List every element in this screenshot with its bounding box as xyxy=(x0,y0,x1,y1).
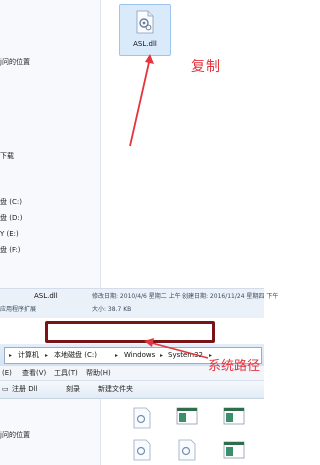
nav-item-drive-c[interactable]: 盘 (C:) xyxy=(0,196,22,208)
menu-edit[interactable]: (E) xyxy=(2,366,12,380)
new-folder-button[interactable]: 新建文件夹 xyxy=(98,381,133,398)
dll-file-icon[interactable] xyxy=(131,407,153,429)
nav-item-recent[interactable]: j问的位置 xyxy=(0,56,30,68)
details-modified: 修改日期: 2010/4/6 星期二 上午 ... xyxy=(92,293,189,300)
details-file-name: ASL.dll xyxy=(34,292,58,300)
command-bar: ▭ 注册 Dll 刻录 新建文件夹 xyxy=(0,381,264,399)
executable-file-icon[interactable] xyxy=(176,405,198,427)
breadcrumb-computer[interactable]: 计算机 xyxy=(18,348,39,363)
executable-file-icon[interactable] xyxy=(223,405,245,427)
menu-tools[interactable]: 工具(T) xyxy=(54,366,78,380)
nav-item-drive-e[interactable]: Y (E:) xyxy=(0,228,19,240)
breadcrumb-local-disk[interactable]: 本地磁盘 (C:) xyxy=(54,348,97,363)
copy-annotation: 复制 xyxy=(191,59,221,75)
details-size: 大小: 38.7 KB xyxy=(92,306,132,313)
executable-file-icon[interactable] xyxy=(223,439,245,461)
chevron-right-icon[interactable]: ▸ xyxy=(45,348,48,363)
burn-button[interactable]: 刻录 xyxy=(66,381,80,398)
dll-file-icon[interactable] xyxy=(176,439,198,461)
details-type: 应用程序扩展 xyxy=(0,306,37,313)
menu-help[interactable]: 帮助(H) xyxy=(86,366,111,380)
nav-item-drive-d[interactable]: 盘 (D:) xyxy=(0,212,22,224)
file-list xyxy=(101,399,264,465)
menu-view[interactable]: 查看(V) xyxy=(22,366,46,380)
dll-file-icon[interactable] xyxy=(131,439,153,461)
details-created: 创建日期: 2016/11/24 星期四 下午 xyxy=(182,293,279,300)
details-pane: ASL.dll 修改日期: 2010/4/6 星期二 上午 ... 创建日期: … xyxy=(0,288,278,319)
file-icon: ▭ xyxy=(2,385,9,393)
dll-file-icon xyxy=(136,10,154,34)
arrow-up-annotation xyxy=(129,54,154,147)
file-name-label: ASL.dll xyxy=(133,40,157,48)
system-path-annotation: 系统路径 xyxy=(208,359,261,374)
top-explorer-window: j问的位置 下载 盘 (C:) 盘 (D:) Y (E:) 盘 (F:) ASL… xyxy=(0,0,278,319)
nav-item-drive-f[interactable]: 盘 (F:) xyxy=(0,244,21,256)
selected-file-tile[interactable]: ASL.dll xyxy=(119,4,171,56)
navigation-pane: j问的位置 下载 盘 (C:) 盘 (D:) Y (E:) 盘 (F:) xyxy=(0,0,101,288)
arrow-left-annotation xyxy=(144,338,209,359)
chevron-right-icon[interactable]: ▸ xyxy=(115,348,118,363)
nav-item-recent[interactable]: j问的位置 xyxy=(0,429,30,441)
chevron-right-icon: ▸ xyxy=(9,352,13,359)
register-dll-button[interactable]: 注册 Dll xyxy=(12,381,38,398)
navigation-pane: j问的位置 xyxy=(0,399,101,465)
nav-item-downloads[interactable]: 下载 xyxy=(0,150,14,162)
